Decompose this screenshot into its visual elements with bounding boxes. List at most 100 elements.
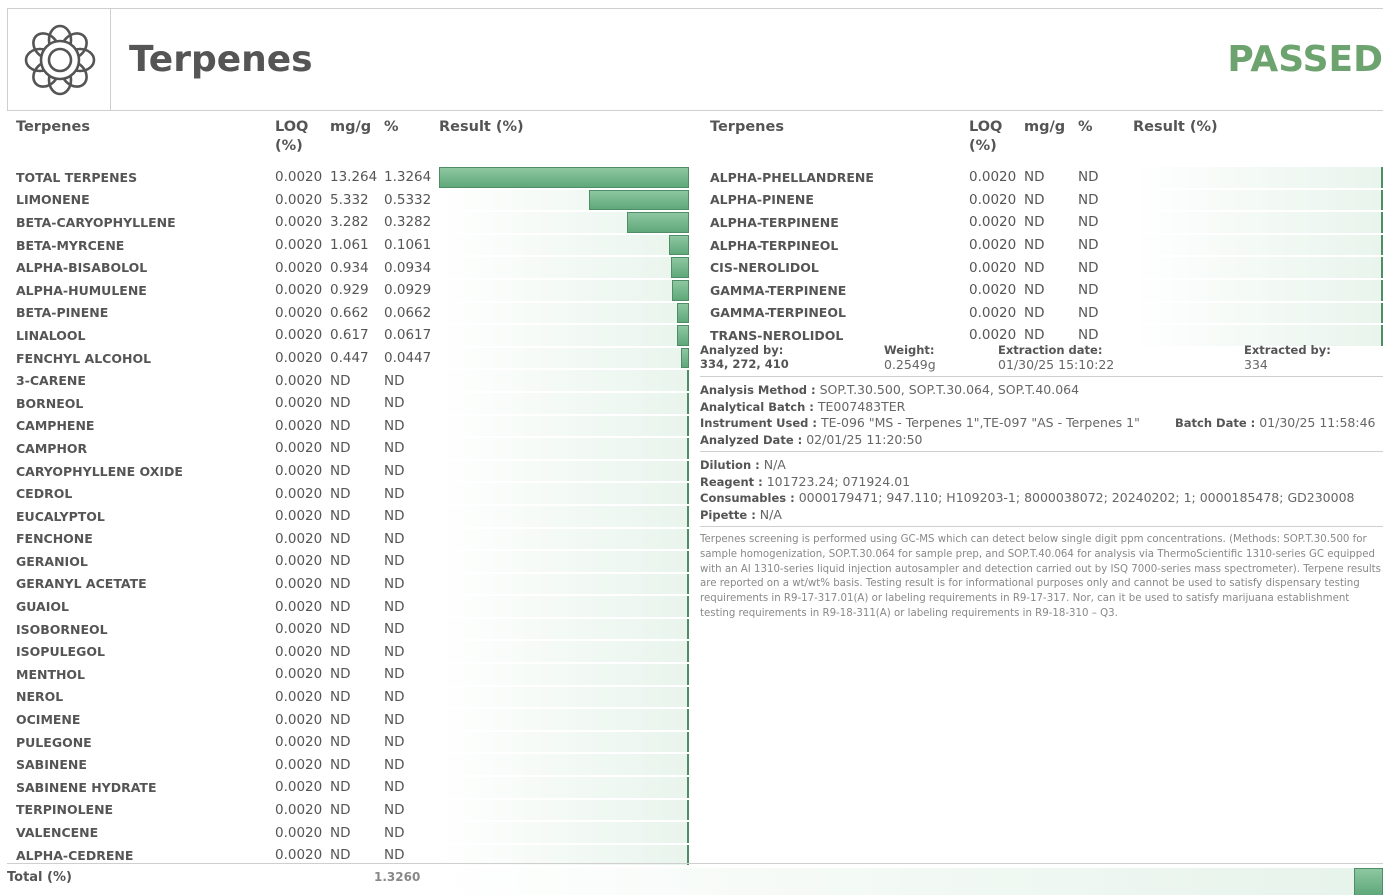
terpene-name: BETA-CARYOPHYLLENE — [16, 214, 176, 230]
result-bar-track — [439, 754, 689, 776]
weight-field: Weight: 0.2549g — [884, 343, 998, 372]
weight-label: Weight: — [884, 343, 935, 357]
result-bar — [439, 776, 689, 799]
percent-value: ND — [384, 598, 405, 615]
loq-value: 0.0020 — [275, 327, 323, 344]
pipette-label: Pipette : — [700, 507, 756, 522]
loq-value: 0.0020 — [969, 169, 1017, 186]
mgg-value: ND — [330, 756, 351, 773]
batch-date-label: Batch Date : — [1175, 416, 1256, 430]
result-bar — [439, 821, 689, 844]
column-header-result: Result (%) — [1133, 119, 1218, 135]
analysis-summary-row: Analyzed by: 334, 272, 410 Weight: 0.254… — [700, 343, 1383, 377]
result-bar — [439, 708, 689, 731]
loq-value: 0.0020 — [275, 734, 323, 751]
result-bar-track — [439, 460, 689, 482]
loq-value: 0.0020 — [275, 259, 323, 276]
column-header-result: Result (%) — [439, 119, 524, 135]
table-row: FENCHYL ALCOHOL 0.0020 0.447 0.0447 — [16, 347, 689, 370]
result-bar-track — [1133, 234, 1383, 256]
result-bar-fill — [627, 212, 689, 233]
status-badge: PASSED — [1227, 39, 1383, 80]
result-bar — [439, 528, 689, 551]
mgg-value: 5.332 — [330, 191, 369, 208]
result-bar-fill — [687, 573, 689, 595]
table-row: BORNEOL 0.0020 ND ND — [16, 392, 689, 415]
result-bar-fill — [687, 777, 689, 798]
loq-value: 0.0020 — [275, 688, 323, 705]
table-row: SABINENE HYDRATE 0.0020 ND ND — [16, 776, 689, 799]
mgg-value: ND — [330, 463, 351, 480]
mgg-value: ND — [1024, 282, 1045, 299]
mgg-value: 0.929 — [330, 282, 369, 299]
percent-value: ND — [1078, 214, 1099, 231]
percent-value: ND — [1078, 237, 1099, 254]
result-bar-fill — [687, 686, 689, 708]
result-bar — [439, 415, 689, 438]
mgg-value: ND — [330, 666, 351, 683]
result-bar-fill — [687, 664, 689, 685]
mgg-value: ND — [1024, 214, 1045, 231]
analyzed-by-value: 334, 272, 410 — [700, 357, 789, 371]
percent-value: ND — [1078, 304, 1099, 321]
mgg-value: 0.934 — [330, 259, 369, 276]
column-header-mgg: mg/g — [1024, 119, 1066, 135]
result-bar-fill — [687, 754, 689, 776]
terpene-name: VALENCENE — [16, 825, 99, 841]
result-bar-fill — [687, 731, 689, 753]
table-row: PULEGONE 0.0020 ND ND — [16, 731, 689, 754]
analyzed-by-field: Analyzed by: 334, 272, 410 — [700, 343, 884, 372]
loq-value: 0.0020 — [275, 530, 323, 547]
percent-value: 1.3264 — [384, 169, 432, 186]
total-bar-fill — [1354, 868, 1383, 895]
percent-value: ND — [384, 417, 405, 434]
result-bar — [1133, 302, 1383, 325]
terpene-name: ALPHA-TERPINENE — [710, 214, 839, 230]
terpene-name: FENCHYL ALCOHOL — [16, 350, 152, 366]
result-bar-track — [439, 415, 689, 437]
result-bar — [439, 753, 689, 776]
result-bar-fill — [687, 709, 689, 730]
result-bar-fill — [687, 641, 689, 663]
loq-value: 0.0020 — [969, 191, 1017, 208]
result-bar-fill — [676, 302, 689, 324]
table-row: GAMMA-TERPINENE 0.0020 ND ND — [710, 279, 1383, 302]
result-bar-track — [439, 483, 689, 504]
mgg-value: ND — [330, 575, 351, 592]
table-row: TERPINOLENE 0.0020 ND ND — [16, 799, 689, 822]
terpene-name: 3-CARENE — [16, 373, 86, 389]
mgg-value: 0.447 — [330, 350, 369, 367]
result-bar — [439, 437, 689, 460]
table-row: SABINENE 0.0020 ND ND — [16, 753, 689, 776]
result-bar-fill — [687, 822, 689, 843]
result-bar-track — [439, 505, 689, 527]
percent-value: ND — [384, 688, 405, 705]
table-row: BETA-PINENE 0.0020 0.662 0.0662 — [16, 302, 689, 325]
column-header-loq: LOQ (%) — [969, 119, 1003, 154]
result-bar — [439, 324, 689, 347]
terpene-name: ALPHA-PHELLANDRENE — [710, 169, 874, 185]
percent-value: ND — [1078, 169, 1099, 186]
result-bar — [439, 211, 689, 234]
result-bar-fill — [439, 167, 689, 188]
mgg-value: ND — [330, 643, 351, 660]
loq-value: 0.0020 — [275, 169, 323, 186]
mgg-value: 0.617 — [330, 327, 369, 344]
loq-value: 0.0020 — [275, 395, 323, 412]
result-bar-track — [439, 302, 689, 324]
percent-value: 0.0662 — [384, 304, 432, 321]
result-bar-track — [439, 234, 689, 256]
percent-value: ND — [384, 643, 405, 660]
terpene-name: GUAIOL — [16, 599, 69, 615]
terpene-name: SABINENE HYDRATE — [16, 779, 157, 795]
result-bar-fill — [669, 234, 689, 256]
result-bar — [439, 166, 689, 189]
terpene-name: ALPHA-BISABOLOL — [16, 260, 148, 276]
loq-value: 0.0020 — [275, 575, 323, 592]
mgg-value: ND — [330, 485, 351, 502]
percent-value: ND — [1078, 282, 1099, 299]
result-bar — [439, 663, 689, 686]
terpene-name: CEDROL — [16, 486, 73, 502]
loq-value: 0.0020 — [969, 259, 1017, 276]
result-bar — [439, 189, 689, 212]
